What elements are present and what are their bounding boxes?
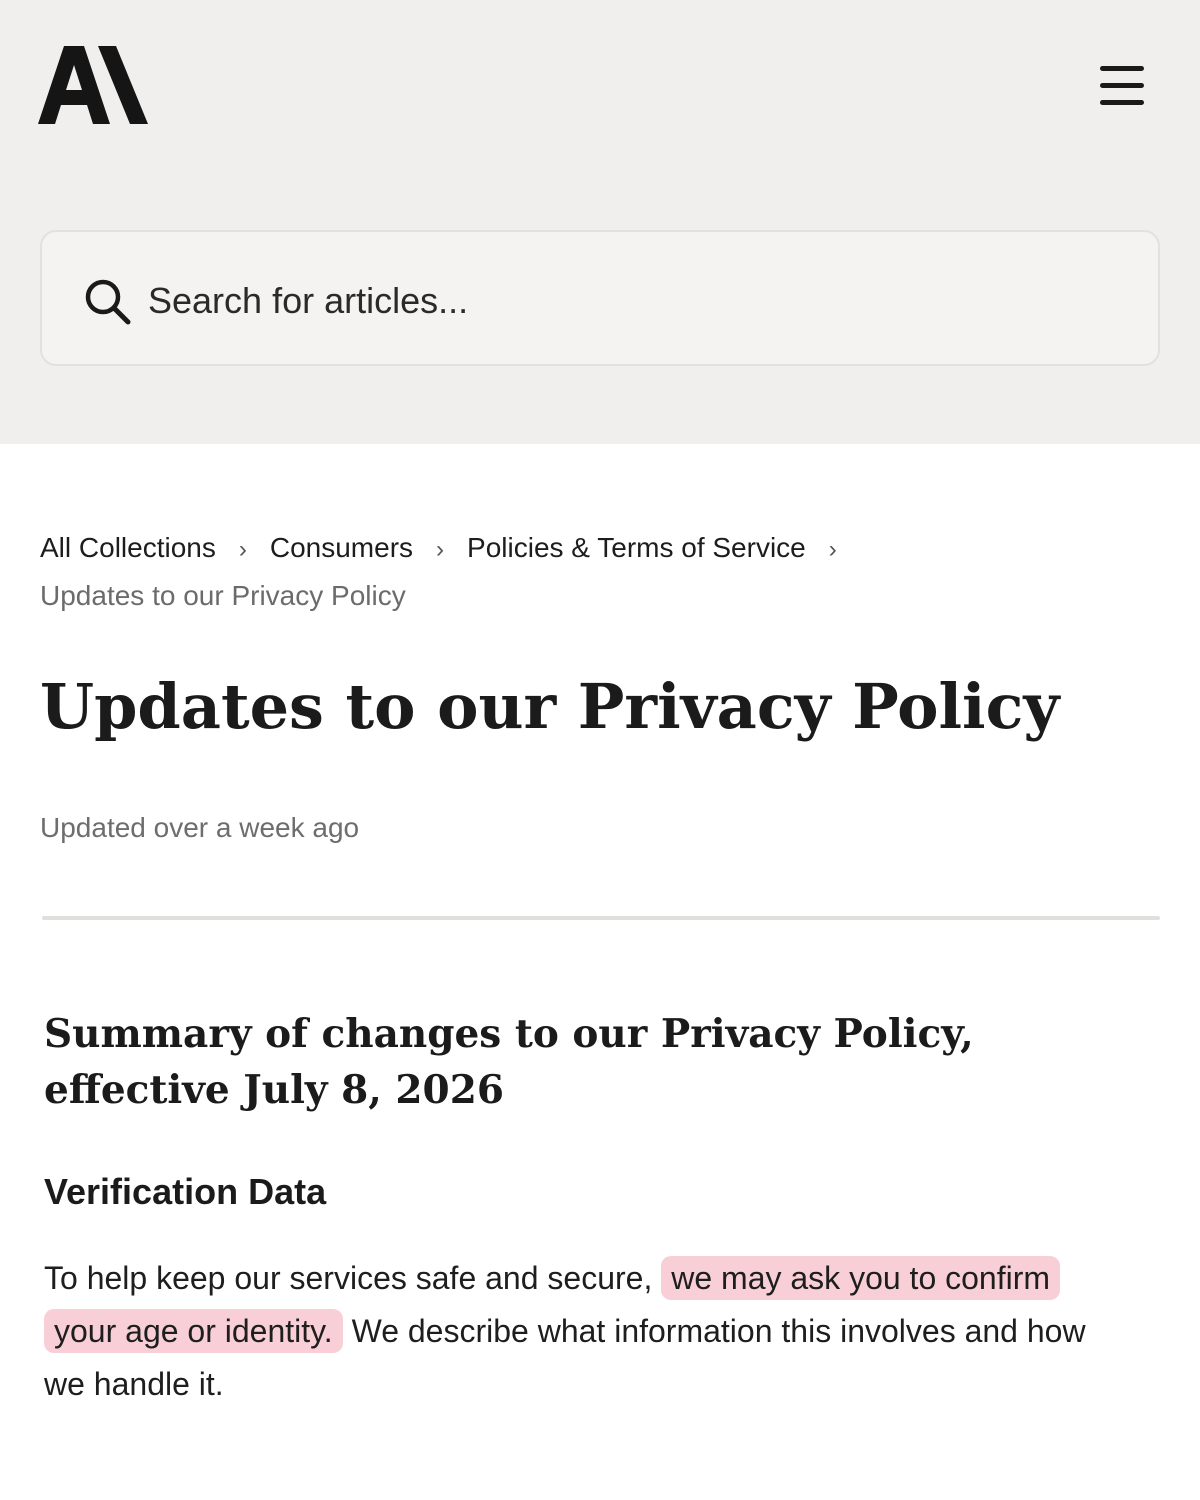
paragraph-text: We describe what information this involv… <box>342 1313 1086 1349</box>
search-input[interactable]: Search for articles... <box>40 230 1160 366</box>
hamburger-menu-icon[interactable] <box>1094 60 1150 112</box>
breadcrumb-consumers[interactable]: Consumers <box>270 532 413 563</box>
paragraph-text: To help keep our services safe and secur… <box>44 1260 662 1296</box>
search-placeholder: Search for articles... <box>148 280 469 321</box>
chevron-right-icon: › <box>828 536 837 563</box>
summary-heading-line2: effective July 8, 2026 <box>44 1067 504 1113</box>
divider <box>42 916 1160 920</box>
breadcrumb-current: Updates to our Privacy Policy <box>40 580 406 611</box>
summary-heading-line1: Summary of changes to our Privacy Policy… <box>44 1011 974 1057</box>
anthropic-logo[interactable] <box>38 46 150 124</box>
logo-icon <box>38 46 148 124</box>
chevron-right-icon: › <box>238 536 247 563</box>
summary-heading: Summary of changes to our Privacy Policy… <box>44 1006 1144 1118</box>
paragraph-line3: we handle it. <box>44 1366 224 1402</box>
page-title: Updates to our Privacy Policy <box>40 670 1060 743</box>
search-icon <box>85 279 131 325</box>
chevron-right-icon: › <box>436 536 445 563</box>
highlight-text: your age or identity. <box>44 1309 343 1353</box>
paragraph-line1: To help keep our services safe and secur… <box>44 1252 1174 1305</box>
breadcrumb-policies-terms[interactable]: Policies & Terms of Service <box>467 532 806 563</box>
breadcrumb-all-collections[interactable]: All Collections <box>40 532 216 563</box>
highlight-text: we may ask you to confirm <box>661 1256 1061 1300</box>
breadcrumb: All Collections › Consumers › Policies & Ter… <box>40 528 860 570</box>
paragraph-line2: your age or identity. We describe what i… <box>44 1305 1174 1358</box>
section-heading: Verification Data <box>44 1171 327 1212</box>
updated-timestamp: Updated over a week ago <box>40 812 360 843</box>
site-header: Search for articles... <box>0 0 1200 444</box>
